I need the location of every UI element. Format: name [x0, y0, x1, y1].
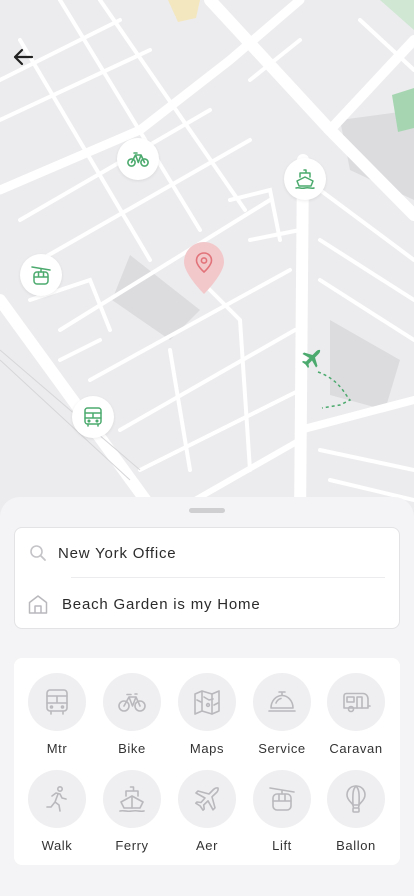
mode-ferry[interactable]: Ferry	[97, 770, 167, 853]
map-pin-bus[interactable]	[72, 396, 114, 438]
bottom-sheet[interactable]: New York Office Beach Garden is my Home	[0, 497, 414, 896]
sheet-drag-handle[interactable]	[189, 508, 225, 513]
destination-field[interactable]: Beach Garden is my Home	[15, 579, 399, 629]
origin-field[interactable]: New York Office	[15, 528, 399, 578]
mode-aer[interactable]: Aer	[172, 770, 242, 853]
mode-caravan[interactable]: Caravan	[321, 673, 391, 756]
mode-ballon[interactable]: Ballon	[321, 770, 391, 853]
mode-label: Bike	[118, 741, 146, 756]
bicycle-icon	[127, 152, 149, 167]
bus-icon	[84, 407, 102, 427]
mode-label: Lift	[272, 838, 292, 853]
mode-maps-circle	[178, 673, 236, 731]
map-pin-plane[interactable]	[290, 338, 332, 380]
mode-label: Caravan	[329, 741, 383, 756]
map-pin-bike[interactable]	[117, 138, 159, 180]
route-divider	[71, 577, 385, 578]
ship-icon	[295, 169, 315, 190]
mode-bike-circle	[103, 673, 161, 731]
mode-walk[interactable]: Walk	[22, 770, 92, 853]
ship-icon	[119, 786, 145, 813]
hot-air-balloon-icon	[346, 785, 366, 813]
mode-label: Walk	[41, 838, 73, 853]
mode-walk-circle	[28, 770, 86, 828]
map-icon	[194, 690, 220, 715]
cable-car-icon	[269, 787, 295, 811]
mode-bike[interactable]: Bike	[97, 673, 167, 756]
mode-label: Aer	[195, 838, 219, 853]
cable-car-icon	[31, 266, 51, 285]
airplane-icon	[302, 349, 321, 368]
map-view[interactable]	[0, 0, 414, 520]
mode-label: Mtr	[46, 741, 68, 756]
caravan-icon	[343, 692, 371, 713]
mode-lift[interactable]: Lift	[247, 770, 317, 853]
origin-text: New York Office	[58, 544, 177, 562]
map-pin-ferry[interactable]	[284, 158, 326, 200]
service-bell-icon	[268, 691, 296, 712]
airplane-icon	[195, 787, 219, 811]
transport-modes: Mtr Bike Maps Service Caravan Walk Ferry…	[14, 658, 400, 865]
mode-caravan-circle	[327, 673, 385, 731]
walking-icon	[46, 785, 67, 812]
mode-ferry-circle	[103, 770, 161, 828]
mode-label: Ballon	[336, 838, 376, 853]
bicycle-icon	[118, 693, 146, 712]
mode-mtr-circle	[28, 673, 86, 731]
back-button[interactable]	[8, 40, 38, 74]
search-icon	[27, 542, 49, 564]
mode-label: Ferry	[115, 838, 149, 853]
mode-lift-circle	[253, 770, 311, 828]
mode-ballon-circle	[327, 770, 385, 828]
mode-label: Maps	[189, 741, 225, 756]
mode-aer-circle	[178, 770, 236, 828]
mode-service[interactable]: Service	[247, 673, 317, 756]
map-pin-lift[interactable]	[20, 254, 62, 296]
route-card: New York Office Beach Garden is my Home	[14, 527, 400, 629]
mode-service-circle	[253, 673, 311, 731]
mode-label: Service	[258, 741, 306, 756]
location-pin-icon[interactable]	[182, 240, 226, 296]
mode-maps[interactable]: Maps	[172, 673, 242, 756]
home-icon	[27, 593, 49, 615]
arrow-left-icon	[13, 48, 34, 66]
bus-icon	[46, 689, 68, 715]
mode-mtr[interactable]: Mtr	[22, 673, 92, 756]
destination-text: Beach Garden is my Home	[62, 595, 261, 613]
